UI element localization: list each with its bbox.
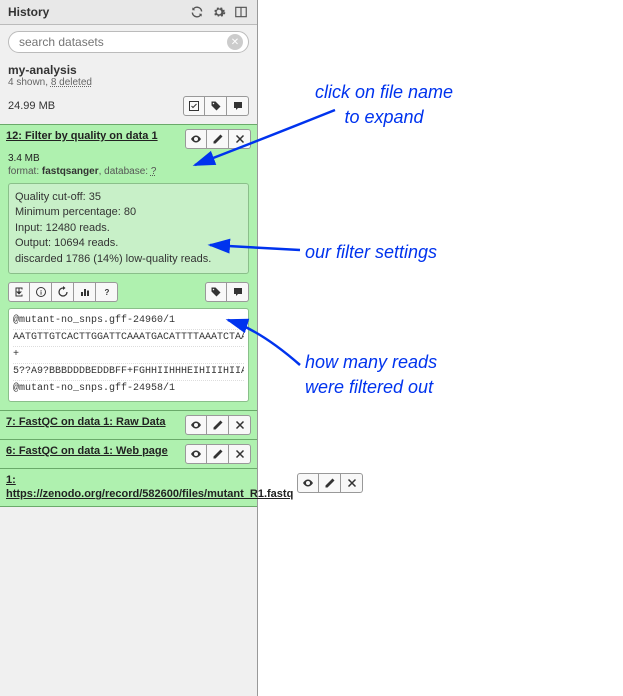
search-input[interactable] bbox=[8, 31, 249, 53]
dataset-12: 12: Filter by quality on data 1 3.4 MB f… bbox=[0, 124, 257, 411]
annotation-discarded: how many readswere filtered out bbox=[305, 350, 437, 400]
edit-icon[interactable] bbox=[207, 129, 229, 149]
comment-icon[interactable] bbox=[227, 282, 249, 302]
dataset-title[interactable]: 12: Filter by quality on data 1 bbox=[6, 129, 162, 143]
peek-line: AATGTTGTCACTTGGATTCAAATGACATTTTAAATCTAA bbox=[13, 330, 244, 347]
info-box: Quality cut-off: 35 Minimum percentage: … bbox=[8, 183, 249, 274]
tags-icon[interactable] bbox=[205, 282, 227, 302]
view-icon[interactable] bbox=[185, 415, 207, 435]
history-panel: History ✕ my-analysis 4 shown, 8 deleted… bbox=[0, 0, 258, 696]
delete-icon[interactable] bbox=[229, 129, 251, 149]
analysis-name[interactable]: my-analysis bbox=[8, 63, 249, 77]
view-icon[interactable] bbox=[185, 129, 207, 149]
rerun-icon[interactable] bbox=[52, 282, 74, 302]
history-actions bbox=[183, 96, 249, 116]
peek-line: + bbox=[13, 347, 244, 364]
tags-button[interactable] bbox=[205, 96, 227, 116]
shown-count: 4 shown, bbox=[8, 77, 51, 88]
info-icon[interactable]: i bbox=[30, 282, 52, 302]
clear-search-icon[interactable]: ✕ bbox=[227, 34, 243, 50]
dataset-title[interactable]: 1: https://zenodo.org/record/582600/file… bbox=[6, 473, 297, 502]
delete-icon[interactable] bbox=[341, 473, 363, 493]
info-line: discarded 1786 (14%) low-quality reads. bbox=[15, 252, 242, 267]
database-link[interactable]: ? bbox=[151, 166, 157, 177]
svg-text:?: ? bbox=[104, 288, 109, 297]
annotation-filter: our filter settings bbox=[305, 240, 437, 265]
deleted-count[interactable]: 8 deleted bbox=[51, 77, 92, 88]
search-wrap: ✕ bbox=[0, 25, 257, 59]
info-line: Quality cut-off: 35 bbox=[15, 190, 242, 205]
svg-text:i: i bbox=[40, 289, 42, 296]
history-meta: my-analysis 4 shown, 8 deleted 24.99 MB bbox=[0, 59, 257, 125]
peek-line: @mutant-no_snps.gff-24958/1 bbox=[13, 381, 244, 397]
view-icon[interactable] bbox=[185, 444, 207, 464]
dataset-title[interactable]: 6: FastQC on data 1: Web page bbox=[6, 444, 172, 458]
annotation-expand: click on file nameto expand bbox=[315, 80, 453, 130]
edit-icon[interactable] bbox=[319, 473, 341, 493]
history-size: 24.99 MB bbox=[8, 100, 55, 112]
download-icon[interactable] bbox=[8, 282, 30, 302]
annotation-button[interactable] bbox=[227, 96, 249, 116]
view-icon[interactable] bbox=[297, 473, 319, 493]
info-line: Minimum percentage: 80 bbox=[15, 205, 242, 220]
peek-line: 5??A9?BBBDDDBEDDBFF+FGHHIIHHHEIHIIIHIIAA bbox=[13, 364, 244, 381]
dataset-7: 7: FastQC on data 1: Raw Data bbox=[0, 410, 257, 440]
columns-icon[interactable] bbox=[233, 4, 249, 20]
delete-icon[interactable] bbox=[229, 444, 251, 464]
edit-icon[interactable] bbox=[207, 444, 229, 464]
dataset-format: format: fastqsanger, database: ? bbox=[8, 166, 249, 177]
refresh-icon[interactable] bbox=[189, 4, 205, 20]
select-all-button[interactable] bbox=[183, 96, 205, 116]
delete-icon[interactable] bbox=[229, 415, 251, 435]
gear-icon[interactable] bbox=[211, 4, 227, 20]
header-icons bbox=[189, 4, 249, 20]
dataset-1: 1: https://zenodo.org/record/582600/file… bbox=[0, 468, 257, 507]
info-line: Output: 10694 reads. bbox=[15, 236, 242, 251]
edit-icon[interactable] bbox=[207, 415, 229, 435]
dataset-counts: 4 shown, 8 deleted bbox=[8, 77, 249, 88]
peek-line: @mutant-no_snps.gff-24960/1 bbox=[13, 313, 244, 330]
dataset-6: 6: FastQC on data 1: Web page bbox=[0, 439, 257, 469]
history-title: History bbox=[8, 5, 49, 19]
chart-icon[interactable] bbox=[74, 282, 96, 302]
history-header: History bbox=[0, 0, 257, 25]
help-icon[interactable]: ? bbox=[96, 282, 118, 302]
dataset-size: 3.4 MB bbox=[8, 153, 249, 164]
dataset-title[interactable]: 7: FastQC on data 1: Raw Data bbox=[6, 415, 170, 429]
info-line: Input: 12480 reads. bbox=[15, 221, 242, 236]
peek-box: @mutant-no_snps.gff-24960/1 AATGTTGTCACT… bbox=[8, 308, 249, 402]
